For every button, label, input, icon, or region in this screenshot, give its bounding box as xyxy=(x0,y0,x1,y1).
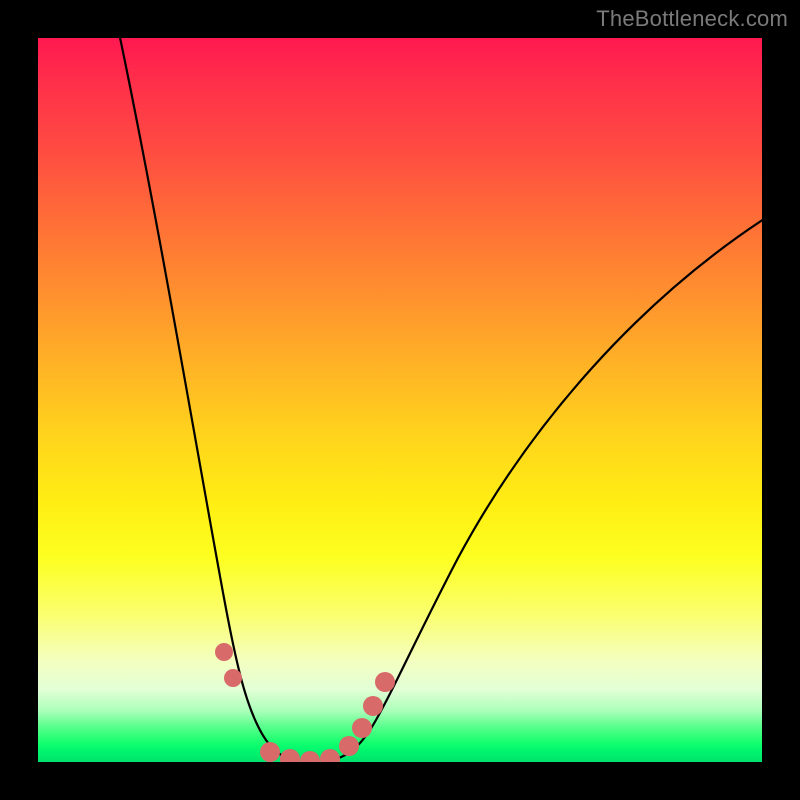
chart-marker xyxy=(300,751,320,762)
chart-marker xyxy=(215,643,233,661)
chart-marker xyxy=(280,749,300,762)
chart-marker xyxy=(352,718,372,738)
left-curve xyxy=(118,38,293,760)
chart-marker xyxy=(375,672,395,692)
chart-marker xyxy=(320,749,340,762)
chart-svg xyxy=(38,38,762,762)
chart-marker xyxy=(339,736,359,756)
chart-marker xyxy=(363,696,383,716)
plot-area xyxy=(38,38,762,762)
chart-frame: TheBottleneck.com xyxy=(0,0,800,800)
right-curve xyxy=(330,210,762,760)
watermark-text: TheBottleneck.com xyxy=(596,6,788,32)
chart-marker xyxy=(260,742,280,762)
chart-marker xyxy=(224,669,242,687)
